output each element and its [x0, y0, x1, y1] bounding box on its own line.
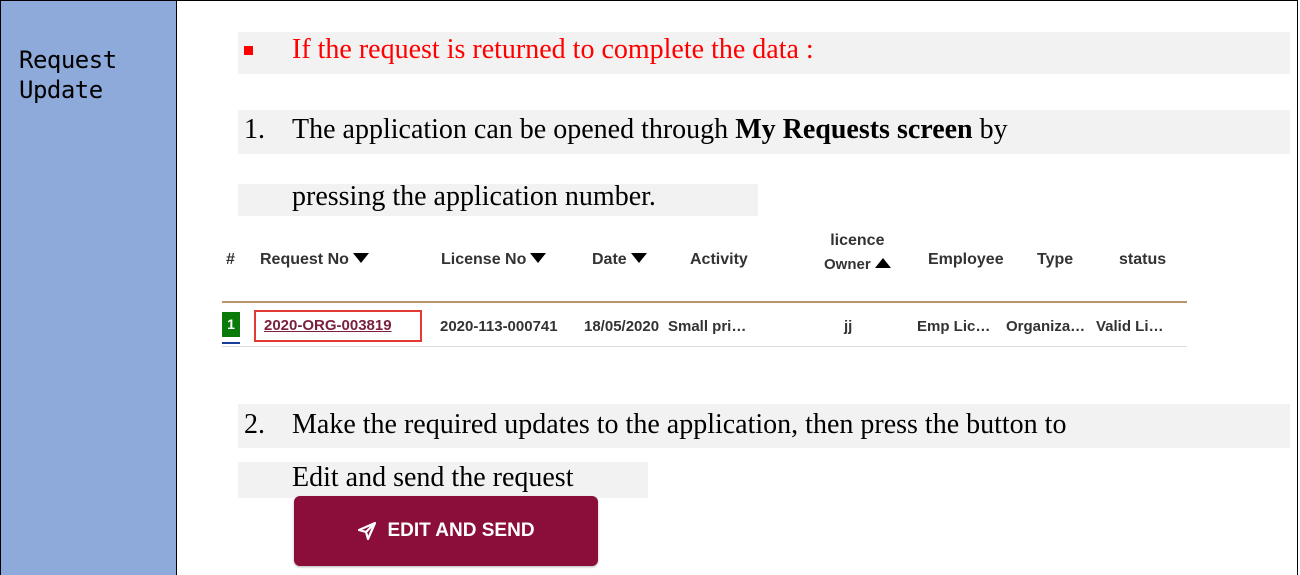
step1-bold: My Requests screen [735, 114, 973, 145]
col-header-hash: # [226, 251, 235, 268]
request-number-link[interactable]: 2020-ORG-003819 [264, 317, 392, 334]
edit-and-send-label: EDIT AND SEND [387, 520, 535, 541]
col-header-request-no[interactable]: Request No [260, 251, 369, 269]
step1-post: by [972, 114, 1008, 145]
section-title-line1: Request [19, 46, 117, 74]
sort-up-icon [874, 258, 891, 268]
section-title-line2: Update [19, 76, 103, 104]
cell-owner: jj [844, 318, 853, 335]
col-header-owner-line1: licence [830, 232, 885, 249]
sort-down-icon [630, 253, 647, 263]
bullet-text: If the request is returned to complete t… [292, 34, 814, 65]
step1-pre: The application can be opened through [292, 114, 736, 145]
requests-table: # Request No License No Date Activity li… [210, 216, 1192, 376]
header-divider [222, 301, 1187, 303]
col-header-date-label: Date [592, 251, 627, 268]
section-title: Request Update [19, 45, 117, 105]
step2-line1: Make the required updates to the applica… [292, 409, 1067, 440]
sort-down-icon [530, 253, 547, 263]
col-header-status: status [1119, 251, 1167, 268]
cell-status: Valid Li… [1096, 318, 1164, 335]
bullet-square-icon [244, 46, 253, 55]
step1-line2: pressing the application number. [292, 181, 656, 212]
cell-type: Organiza… [1006, 318, 1086, 335]
send-icon [358, 521, 377, 541]
sort-down-icon [352, 253, 369, 263]
col-header-activity: Activity [690, 251, 748, 268]
cell-employee: Emp Lic… [917, 318, 991, 335]
edit-and-send-button[interactable]: EDIT AND SEND [294, 496, 598, 566]
row-divider [222, 346, 1187, 347]
cell-license-no: 2020-113-000741 [440, 318, 558, 335]
col-header-type: Type [1037, 251, 1074, 268]
col-header-owner[interactable]: licence Owner [824, 229, 891, 277]
row-index-underline [222, 342, 240, 344]
col-header-date[interactable]: Date [592, 251, 647, 269]
step1-number: 1. [244, 114, 265, 145]
col-header-license-no[interactable]: License No [441, 251, 547, 269]
section-label-column: Request Update [1, 1, 177, 575]
cell-date: 18/05/2020 [584, 318, 660, 335]
cell-activity: Small pri… [668, 318, 747, 335]
step2-line2: Edit and send the request [292, 462, 574, 493]
col-header-employee: Employee [928, 251, 1004, 268]
col-header-owner-line2: Owner [824, 256, 871, 273]
col-header-request-no-label: Request No [260, 251, 349, 268]
step1-text: The application can be opened through My… [292, 114, 1008, 146]
row-index-badge: 1 [222, 312, 240, 337]
col-header-license-no-label: License No [441, 251, 527, 268]
step2-number: 2. [244, 409, 265, 440]
